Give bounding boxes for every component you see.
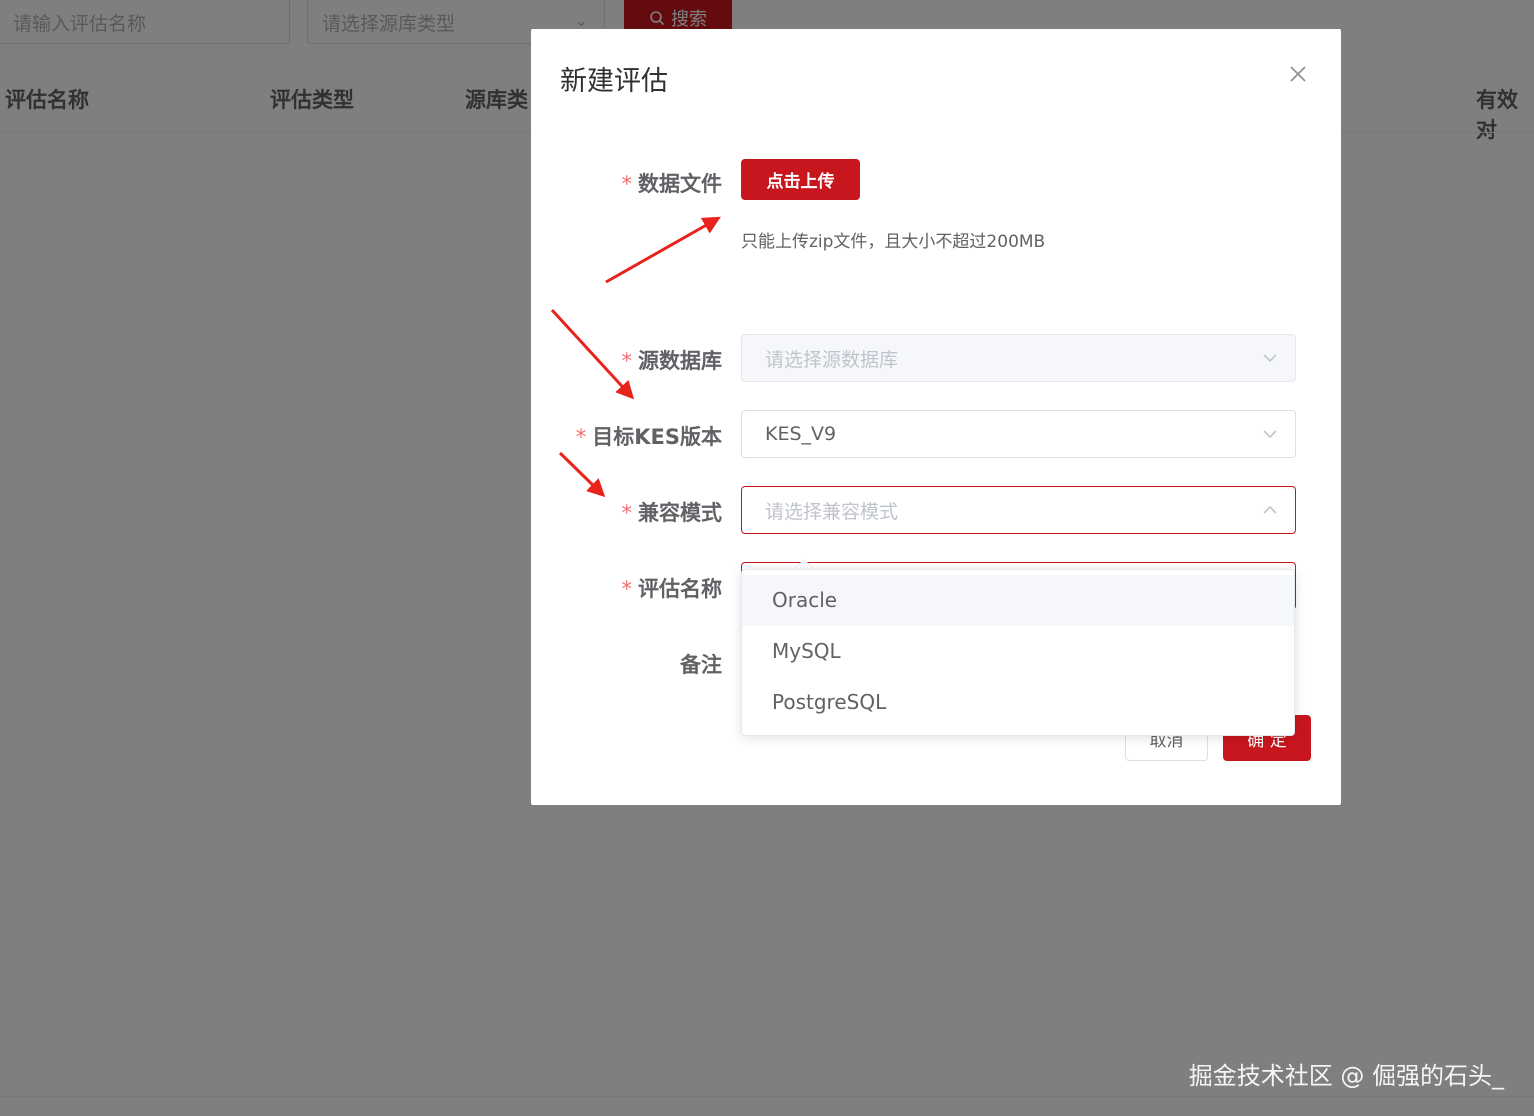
required-asterisk: * bbox=[621, 501, 633, 525]
eval-name-label-text: 评估名称 bbox=[638, 577, 722, 601]
option-mysql[interactable]: MySQL bbox=[742, 626, 1294, 677]
target-kes-label-text: 目标KES版本 bbox=[592, 425, 722, 449]
chevron-up-icon bbox=[1263, 505, 1277, 514]
source-db-placeholder: 请选择源数据库 bbox=[765, 348, 899, 371]
compat-mode-label: * 兼容模式 bbox=[622, 497, 723, 527]
compat-mode-placeholder: 请选择兼容模式 bbox=[765, 500, 899, 523]
required-asterisk: * bbox=[621, 172, 633, 196]
dropdown-pointer bbox=[795, 560, 813, 569]
target-kes-value: KES_V9 bbox=[765, 423, 837, 445]
compat-mode-select[interactable]: 请选择兼容模式 bbox=[741, 486, 1296, 534]
target-kes-select[interactable]: KES_V9 bbox=[741, 410, 1296, 458]
required-asterisk: * bbox=[621, 349, 633, 373]
chevron-down-icon bbox=[1263, 354, 1277, 363]
target-kes-label: * 目标KES版本 bbox=[576, 421, 722, 451]
remark-label: 备注 bbox=[680, 653, 722, 677]
watermark: 掘金技术社区 @ 倔强的石头_ bbox=[1188, 1062, 1504, 1090]
chevron-down-icon bbox=[1263, 430, 1277, 439]
source-db-select[interactable]: 请选择源数据库 bbox=[741, 334, 1296, 382]
compat-mode-label-text: 兼容模式 bbox=[638, 501, 722, 525]
compat-mode-dropdown: Oracle MySQL PostgreSQL bbox=[741, 569, 1295, 736]
option-oracle[interactable]: Oracle bbox=[742, 575, 1294, 626]
data-file-label-text: 数据文件 bbox=[638, 172, 722, 196]
source-db-label: * 源数据库 bbox=[622, 345, 723, 375]
close-icon[interactable] bbox=[1285, 61, 1311, 87]
option-postgresql[interactable]: PostgreSQL bbox=[742, 677, 1294, 728]
data-file-label: * 数据文件 bbox=[622, 168, 723, 198]
upload-button[interactable]: 点击上传 bbox=[741, 159, 860, 200]
source-db-label-text: 源数据库 bbox=[638, 349, 722, 373]
upload-tip: 只能上传zip文件，且大小不超过200MB bbox=[741, 232, 1046, 252]
required-asterisk: * bbox=[575, 425, 587, 449]
eval-name-label: * 评估名称 bbox=[622, 573, 723, 603]
required-asterisk: * bbox=[621, 577, 633, 601]
dialog-title: 新建评估 bbox=[560, 66, 668, 97]
